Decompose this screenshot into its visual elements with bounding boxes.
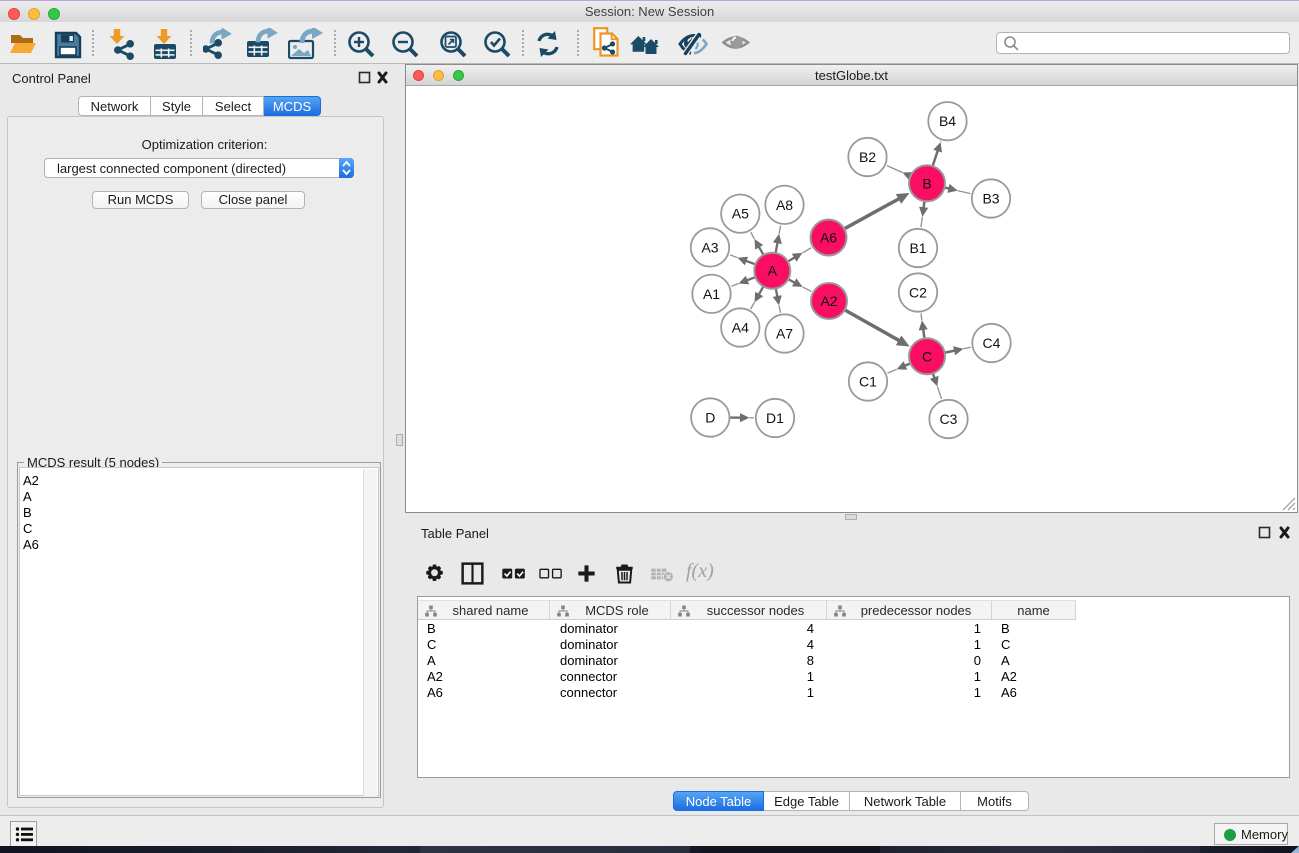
svg-text:C3: C3 [940, 411, 958, 427]
svg-text:A2: A2 [820, 293, 837, 309]
svg-text:A7: A7 [776, 326, 793, 342]
svg-text:A1: A1 [703, 286, 720, 302]
svg-text:A6: A6 [820, 230, 837, 246]
svg-text:D1: D1 [766, 410, 784, 426]
svg-text:C: C [922, 348, 932, 364]
svg-text:C1: C1 [859, 374, 877, 390]
svg-text:B2: B2 [859, 149, 876, 165]
svg-text:A5: A5 [732, 206, 749, 222]
svg-text:A4: A4 [732, 320, 749, 336]
svg-text:f(x): f(x) [686, 560, 714, 582]
svg-text:B1: B1 [909, 240, 926, 256]
svg-text:A3: A3 [701, 239, 718, 255]
svg-text:C4: C4 [983, 335, 1001, 351]
svg-text:B4: B4 [939, 113, 956, 129]
svg-text:D: D [705, 410, 715, 426]
svg-text:B3: B3 [982, 191, 999, 207]
svg-text:B: B [922, 175, 931, 191]
svg-text:A: A [768, 263, 778, 279]
svg-text:C2: C2 [909, 285, 927, 301]
svg-text:A8: A8 [776, 197, 793, 213]
